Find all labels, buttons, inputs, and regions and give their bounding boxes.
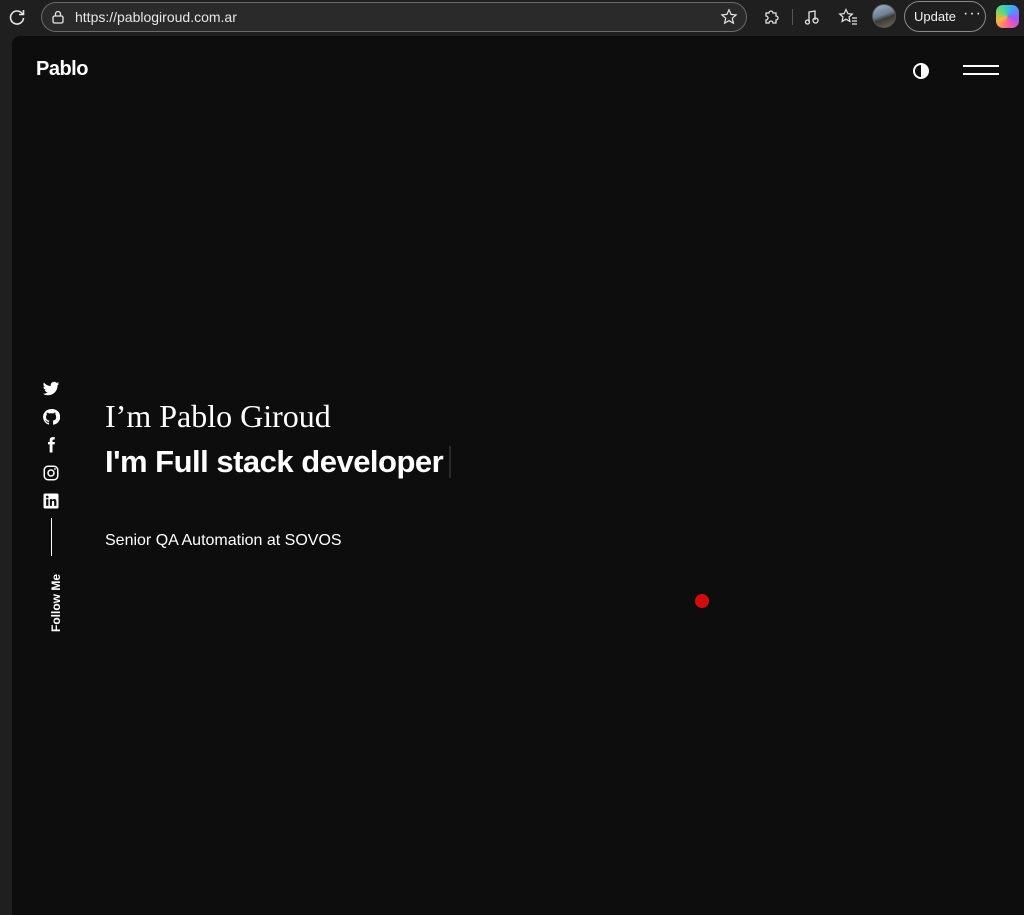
web-page: Pablo Follow Me I’m Pablo Giroud I'm Ful… <box>12 36 1024 915</box>
update-label: Update <box>914 9 956 24</box>
twitter-icon[interactable] <box>42 380 60 398</box>
update-button[interactable]: Update ··· <box>904 1 986 32</box>
reload-icon[interactable] <box>7 7 27 27</box>
favorites-icon[interactable] <box>837 6 859 28</box>
address-bar[interactable]: https://pablogiroud.com.ar <box>41 2 747 32</box>
hero-role-text: I'm Full stack developer <box>105 444 444 479</box>
mouse-pointer-dot <box>695 594 709 608</box>
linkedin-icon[interactable] <box>42 492 60 510</box>
favorite-star-icon[interactable] <box>720 8 738 26</box>
browser-toolbar: https://pablogiroud.com.ar Update ··· <box>0 0 1024 36</box>
copilot-icon[interactable] <box>996 5 1019 28</box>
url-text[interactable]: https://pablogiroud.com.ar <box>75 9 237 25</box>
site-logo[interactable]: Pablo <box>36 58 88 81</box>
follow-me-label: Follow Me <box>49 574 63 632</box>
lock-icon[interactable] <box>51 10 65 24</box>
social-divider <box>51 518 52 556</box>
more-options-icon[interactable]: ··· <box>963 5 982 23</box>
media-icon[interactable] <box>801 6 823 28</box>
hero-subtitle: Senior QA Automation at SOVOS <box>105 532 342 549</box>
profile-avatar[interactable] <box>872 4 896 28</box>
facebook-icon[interactable] <box>42 436 60 454</box>
theme-toggle-icon[interactable] <box>913 63 929 79</box>
github-icon[interactable] <box>42 408 60 426</box>
toolbar-divider <box>792 9 793 25</box>
menu-icon[interactable] <box>963 65 999 79</box>
typing-cursor <box>449 446 452 478</box>
extensions-icon[interactable] <box>760 6 782 28</box>
hero-typed-role: I'm Full stack developer <box>105 444 452 480</box>
hero-title: I’m Pablo Giroud <box>105 398 331 434</box>
instagram-icon[interactable] <box>42 464 60 482</box>
